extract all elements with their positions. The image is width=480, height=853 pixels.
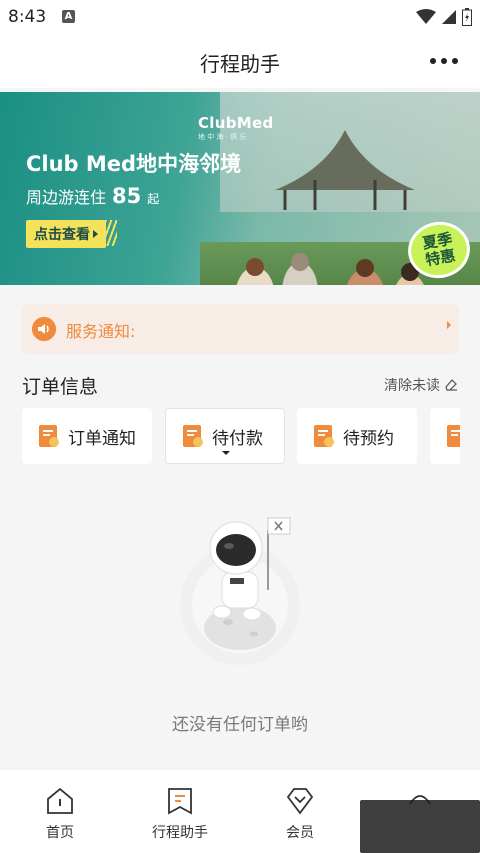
orders-title: 订单信息 (22, 376, 99, 398)
tabbar-label: 首页 (46, 825, 74, 841)
tabbar-label: 行程助手 (152, 825, 208, 841)
banner-price: 85 (112, 184, 142, 208)
clear-unread-button[interactable]: 清除未读 (384, 375, 458, 395)
service-notice[interactable]: 服务通知: (22, 304, 459, 354)
tab-label: 待付款 (212, 428, 263, 449)
caret-down-icon (222, 451, 230, 455)
eraser-icon (445, 379, 457, 391)
cta-stripes (105, 220, 117, 246)
tab-pending-payment[interactable]: 待付款 (165, 408, 285, 464)
order-receipt-icon (39, 425, 59, 447)
nav-bar: 行程助手 (0, 34, 480, 88)
empty-state-text: 还没有任何订单哟 (172, 715, 308, 735)
order-receipt-icon (183, 425, 203, 447)
status-bar: 8:43 A (0, 0, 480, 34)
tab-label: 订单通知 (68, 428, 136, 449)
tab-pending-reservation[interactable]: 待预约 (297, 408, 417, 464)
people-illustration (236, 253, 424, 285)
status-time: 8:43 (8, 7, 47, 27)
banner-brand-sub: 地 中 海 · 俱 乐 (198, 133, 247, 141)
empty-state: 还没有任何订单哟 (0, 470, 480, 770)
clear-unread-label: 清除未读 (384, 378, 440, 394)
order-receipt-icon (314, 425, 334, 447)
watermark-overlay (360, 800, 480, 853)
battery-icon (462, 8, 472, 26)
tabbar-label: 会员 (286, 825, 314, 841)
banner-title: Club Med地中海邻境 (26, 152, 242, 176)
tabbar-item-home[interactable]: 首页 (0, 770, 120, 853)
astronaut-illustration (180, 517, 300, 665)
tab-more-partial[interactable] (430, 408, 460, 464)
tab-label: 待预约 (343, 428, 394, 449)
promo-banner[interactable]: ClubMed 地 中 海 · 俱 乐 Club Med地中海邻境 周边游连住 … (0, 92, 480, 285)
banner-price-unit: 起 (147, 192, 160, 206)
status-icons (416, 8, 472, 26)
order-receipt-icon (447, 425, 460, 447)
badge-line2: 特惠 (424, 246, 457, 270)
banner-brand: ClubMed (198, 114, 274, 132)
order-tabs: 订单通知 待付款 待预约 (22, 408, 460, 464)
page-title: 行程助手 (200, 52, 280, 76)
more-dots-icon[interactable] (430, 58, 458, 64)
banner-subtitle-text: 周边游连住 (26, 188, 107, 207)
notification-icon: A (62, 10, 75, 23)
pavilion-icon (275, 130, 415, 210)
banner-cta-label: 点击查看 (34, 227, 90, 243)
wifi-icon (416, 9, 436, 24)
diamond-icon (286, 788, 314, 815)
bookmark-doc-icon (168, 788, 192, 815)
chevron-right-icon (447, 321, 451, 329)
speaker-icon (32, 317, 56, 341)
banner-cta-button[interactable]: 点击查看 (26, 220, 106, 248)
tabbar-item-trip-assistant[interactable]: 行程助手 (120, 770, 240, 853)
notice-label: 服务通知: (66, 322, 136, 341)
signal-icon (442, 10, 456, 24)
play-arrow-icon (93, 230, 98, 238)
banner-subtitle: 周边游连住 85 起 (26, 184, 159, 208)
tab-order-notification[interactable]: 订单通知 (22, 408, 152, 464)
tabbar-item-member[interactable]: 会员 (240, 770, 360, 853)
home-icon (47, 787, 73, 814)
